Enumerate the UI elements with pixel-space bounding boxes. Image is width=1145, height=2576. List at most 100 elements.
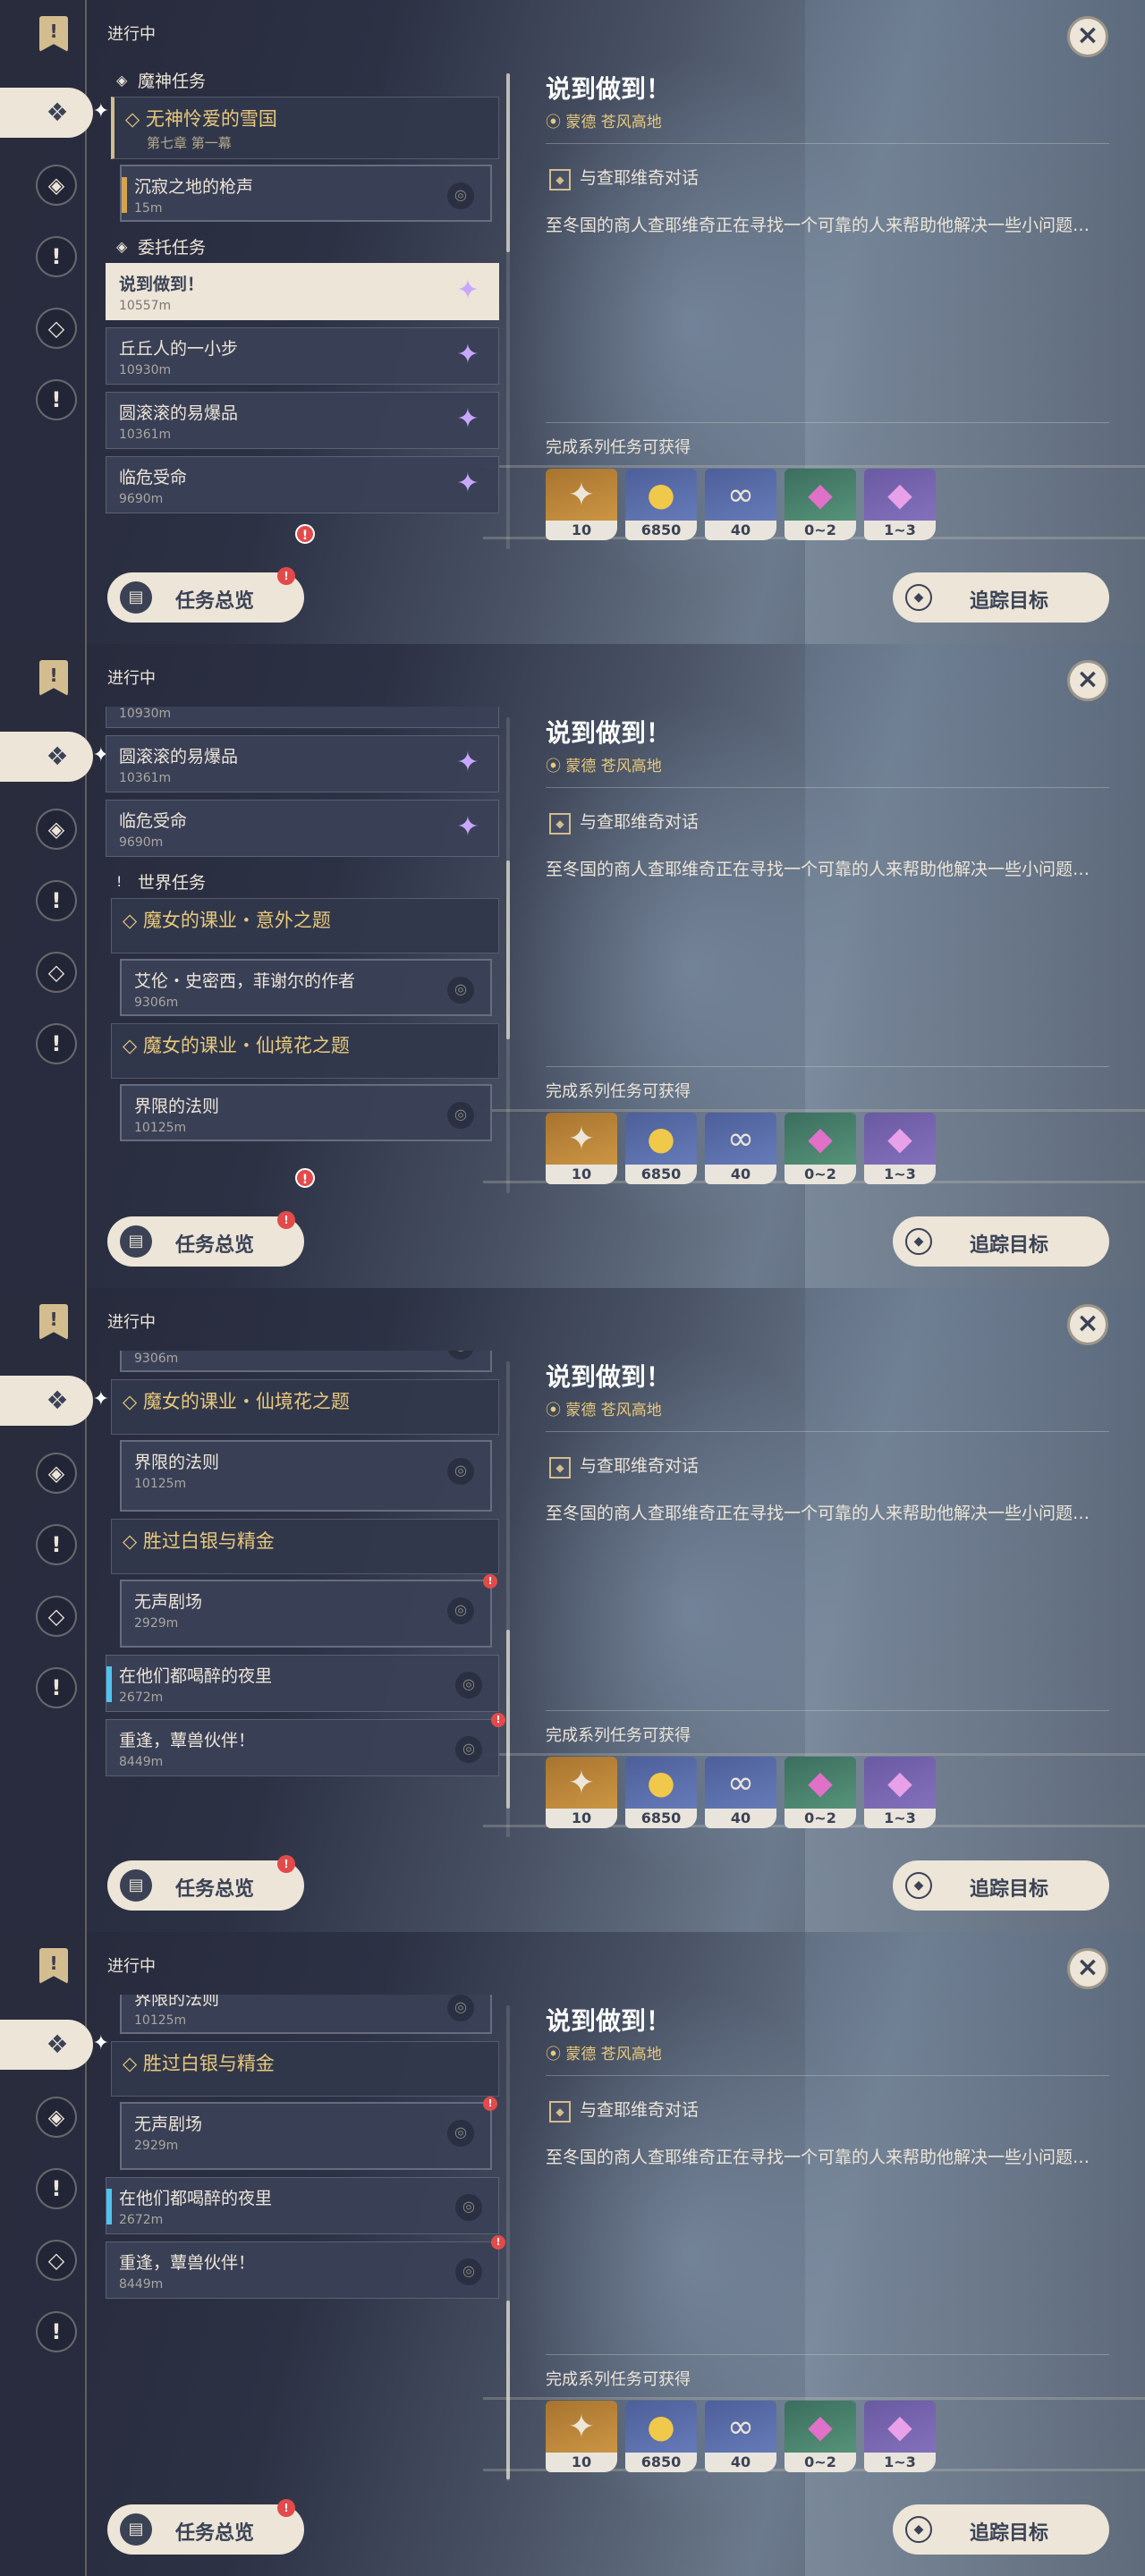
scrollbar[interactable]: [506, 73, 510, 549]
reward-crystal-chunk[interactable]: ◆ 1~3: [864, 2401, 936, 2472]
reward-mora[interactable]: ● 6850: [625, 1757, 697, 1828]
quest-item-boundary[interactable]: 界限的法则 10125m ◎: [120, 1440, 492, 1512]
location-pin-icon[interactable]: ◎: [447, 1995, 474, 2021]
quest-item-boundary[interactable]: 界限的法则 10125m ◎: [120, 1995, 492, 2034]
archon-filter-icon[interactable]: ◈: [36, 165, 77, 206]
reward-crystal[interactable]: ◆ 0~2: [785, 469, 856, 540]
quest-item-hill[interactable]: 丘丘人的一小步 10930m ✦: [106, 707, 499, 728]
scrollbar[interactable]: [506, 1361, 510, 1837]
close-button[interactable]: ×: [1067, 1304, 1108, 1345]
reward-crystal-chunk[interactable]: ◆ 1~3: [864, 1113, 936, 1184]
location-pin-icon[interactable]: ◎: [447, 1458, 474, 1485]
archon-filter-icon[interactable]: ◈: [36, 2097, 77, 2138]
quest-item-silent-theater[interactable]: 无声剧场 2929m ◎ !: [120, 2097, 497, 2170]
reward-exp[interactable]: ∞ 40: [705, 1113, 776, 1184]
reward-crystal[interactable]: ◆ 0~2: [785, 1113, 856, 1184]
world-filter-icon[interactable]: !: [36, 880, 77, 921]
commission-filter-icon[interactable]: ◇: [36, 308, 77, 349]
scrollbar[interactable]: [506, 2005, 510, 2481]
commission-filter-icon[interactable]: ◇: [36, 2240, 77, 2281]
reward-exp[interactable]: ∞ 40: [705, 2401, 776, 2472]
quest-group-silver[interactable]: ◇ 胜过白银与精金: [111, 2041, 499, 2097]
quest-item-round[interactable]: 圆滚滚的易爆品 10361m ✦: [106, 735, 499, 792]
quest-list[interactable]: 界限的法则 10125m ◎ ◇ 胜过白银与精金 无声剧场 2929m ◎ ! …: [106, 1995, 508, 2478]
archon-filter-icon[interactable]: ◈: [36, 1453, 77, 1494]
reward-crystal-chunk[interactable]: ◆ 1~3: [864, 1757, 936, 1828]
quest-item-drunk-night[interactable]: 在他们都喝醉的夜里 2672m ◎: [106, 1655, 499, 1712]
quest-item-silent[interactable]: 沉寂之地的枪声 15m ◎: [120, 165, 492, 222]
location-pin-icon[interactable]: ◎: [447, 1597, 474, 1624]
event-filter-icon[interactable]: !: [36, 1023, 77, 1064]
quest-location: ⦿ 蒙德 苍风高地: [546, 2046, 662, 2063]
reward-crystal[interactable]: ◆ 0~2: [785, 1757, 856, 1828]
track-button[interactable]: ◆ 追踪目标: [893, 1216, 1109, 1267]
overview-button[interactable]: ▤ 任务总览!: [107, 567, 304, 623]
quest-item-boundary[interactable]: 界限的法则 10125m ◎: [120, 1084, 492, 1141]
reward-exp[interactable]: ∞ 40: [705, 469, 776, 540]
reward-mora[interactable]: ● 6850: [625, 2401, 697, 2472]
location-pin-icon[interactable]: ◎: [455, 2258, 482, 2285]
close-icon: ×: [1076, 1308, 1099, 1339]
quest-group-archon[interactable]: ◇ 无神怜爱的雪国 第七章 第一幕: [111, 97, 499, 159]
reward-mora[interactable]: ● 6850: [625, 469, 697, 540]
location-pin-icon[interactable]: ◎: [447, 2120, 474, 2147]
close-button[interactable]: ×: [1067, 1948, 1108, 1989]
quest-group-witch2[interactable]: ◇ 魔女的课业・仙境花之题: [111, 1379, 499, 1435]
quest-item-peril[interactable]: 临危受命 9690m ✦: [106, 800, 499, 857]
commission-gem-icon: ✦: [456, 811, 479, 843]
location-pin-icon[interactable]: ◎: [447, 1102, 474, 1129]
world-filter-icon[interactable]: !: [36, 236, 77, 277]
reward-crystal-chunk[interactable]: ◆ 1~3: [864, 469, 936, 540]
quest-item-round[interactable]: 圆滚滚的易爆品 10361m ✦: [106, 392, 499, 449]
close-button[interactable]: ×: [1067, 660, 1108, 701]
world-filter-icon[interactable]: !: [36, 2168, 77, 2209]
track-button[interactable]: ◆ 追踪目标: [893, 2504, 1109, 2555]
reward-crystal[interactable]: ◆ 0~2: [785, 2401, 856, 2472]
overview-button[interactable]: ▤ 任务总览!: [107, 2499, 304, 2555]
commission-filter-icon[interactable]: ◇: [36, 952, 77, 993]
quest-item-hill[interactable]: 丘丘人的一小步 10930m ✦: [106, 327, 499, 385]
quest-item-peril[interactable]: 临危受命 9690m ✦: [106, 456, 499, 513]
archon-filter-icon[interactable]: ◈: [36, 809, 77, 850]
quest-item-allen[interactable]: 艾伦・史密西，菲谢尔的作者 9306m ◎: [120, 959, 492, 1016]
event-filter-icon[interactable]: !: [36, 1667, 77, 1708]
quest-group-witch2[interactable]: ◇ 魔女的课业・仙境花之题: [111, 1023, 499, 1079]
quest-item-allen[interactable]: 艾伦・史密西，菲谢尔的作者 9306m ◎: [120, 1351, 492, 1372]
reward-exp[interactable]: ∞ 40: [705, 1757, 776, 1828]
event-filter-icon[interactable]: !: [36, 2311, 77, 2352]
location-pin-icon[interactable]: ◎: [455, 2194, 482, 2221]
reward-primogem[interactable]: ✦ 10: [546, 1113, 617, 1184]
rail-all-quests[interactable]: ❖ ✦: [0, 1376, 109, 1426]
track-button[interactable]: ◆ 追踪目标: [893, 1860, 1109, 1911]
reward-mora[interactable]: ● 6850: [625, 1113, 697, 1184]
quest-group-witch1[interactable]: ◇ 魔女的课业・意外之题: [111, 898, 499, 953]
location-pin-icon[interactable]: ◎: [447, 182, 474, 209]
reward-primogem[interactable]: ✦ 10: [546, 469, 617, 540]
location-pin-icon[interactable]: ◎: [447, 977, 474, 1004]
quest-item-reunion[interactable]: 重逢，蕈兽伙伴！ 8449m ◎ !: [106, 1713, 505, 1776]
location-pin-icon[interactable]: ◎: [455, 1736, 482, 1763]
reward-primogem[interactable]: ✦ 10: [546, 2401, 617, 2472]
reward-primogem[interactable]: ✦ 10: [546, 1757, 617, 1828]
commission-filter-icon[interactable]: ◇: [36, 1596, 77, 1637]
rail-all-quests[interactable]: ❖ ✦: [0, 2020, 109, 2070]
close-button[interactable]: ×: [1067, 16, 1108, 57]
quest-item-drunk-night[interactable]: 在他们都喝醉的夜里 2672m ◎: [106, 2177, 499, 2234]
rail-all-quests[interactable]: ❖ ✦: [0, 732, 109, 782]
quest-list[interactable]: ◈ 魔神任务 ◇ 无神怜爱的雪国 第七章 第一幕 沉寂之地的枪声 15m ◎ ◈ 委…: [106, 63, 508, 546]
world-filter-icon[interactable]: !: [36, 1524, 77, 1565]
rail-all-quests[interactable]: ❖ ✦: [0, 88, 109, 138]
quest-item-reunion[interactable]: 重逢，蕈兽伙伴！ 8449m ◎ !: [106, 2235, 505, 2299]
scrollbar[interactable]: [506, 717, 510, 1193]
overview-button[interactable]: ▤ 任务总览!: [107, 1211, 304, 1267]
event-filter-icon[interactable]: !: [36, 379, 77, 420]
track-button[interactable]: ◆ 追踪目标: [893, 572, 1109, 623]
quest-group-silver[interactable]: ◇ 胜过白银与精金: [111, 1519, 499, 1574]
quest-list[interactable]: 艾伦・史密西，菲谢尔的作者 9306m ◎ ◇ 魔女的课业・仙境花之题 界限的法…: [106, 1351, 508, 1834]
quest-item-silent-theater[interactable]: 无声剧场 2929m ◎ !: [120, 1574, 497, 1648]
quest-list[interactable]: 丘丘人的一小步 10930m ✦ 圆滚滚的易爆品 10361m ✦ 临危受命 9…: [106, 707, 508, 1190]
overview-button[interactable]: ▤ 任务总览!: [107, 1855, 304, 1911]
location-pin-icon[interactable]: ◎: [455, 1672, 482, 1699]
track-icon: ◆: [905, 584, 932, 611]
quest-item-said-done[interactable]: 说到做到！ 10557m ✦: [106, 263, 499, 320]
